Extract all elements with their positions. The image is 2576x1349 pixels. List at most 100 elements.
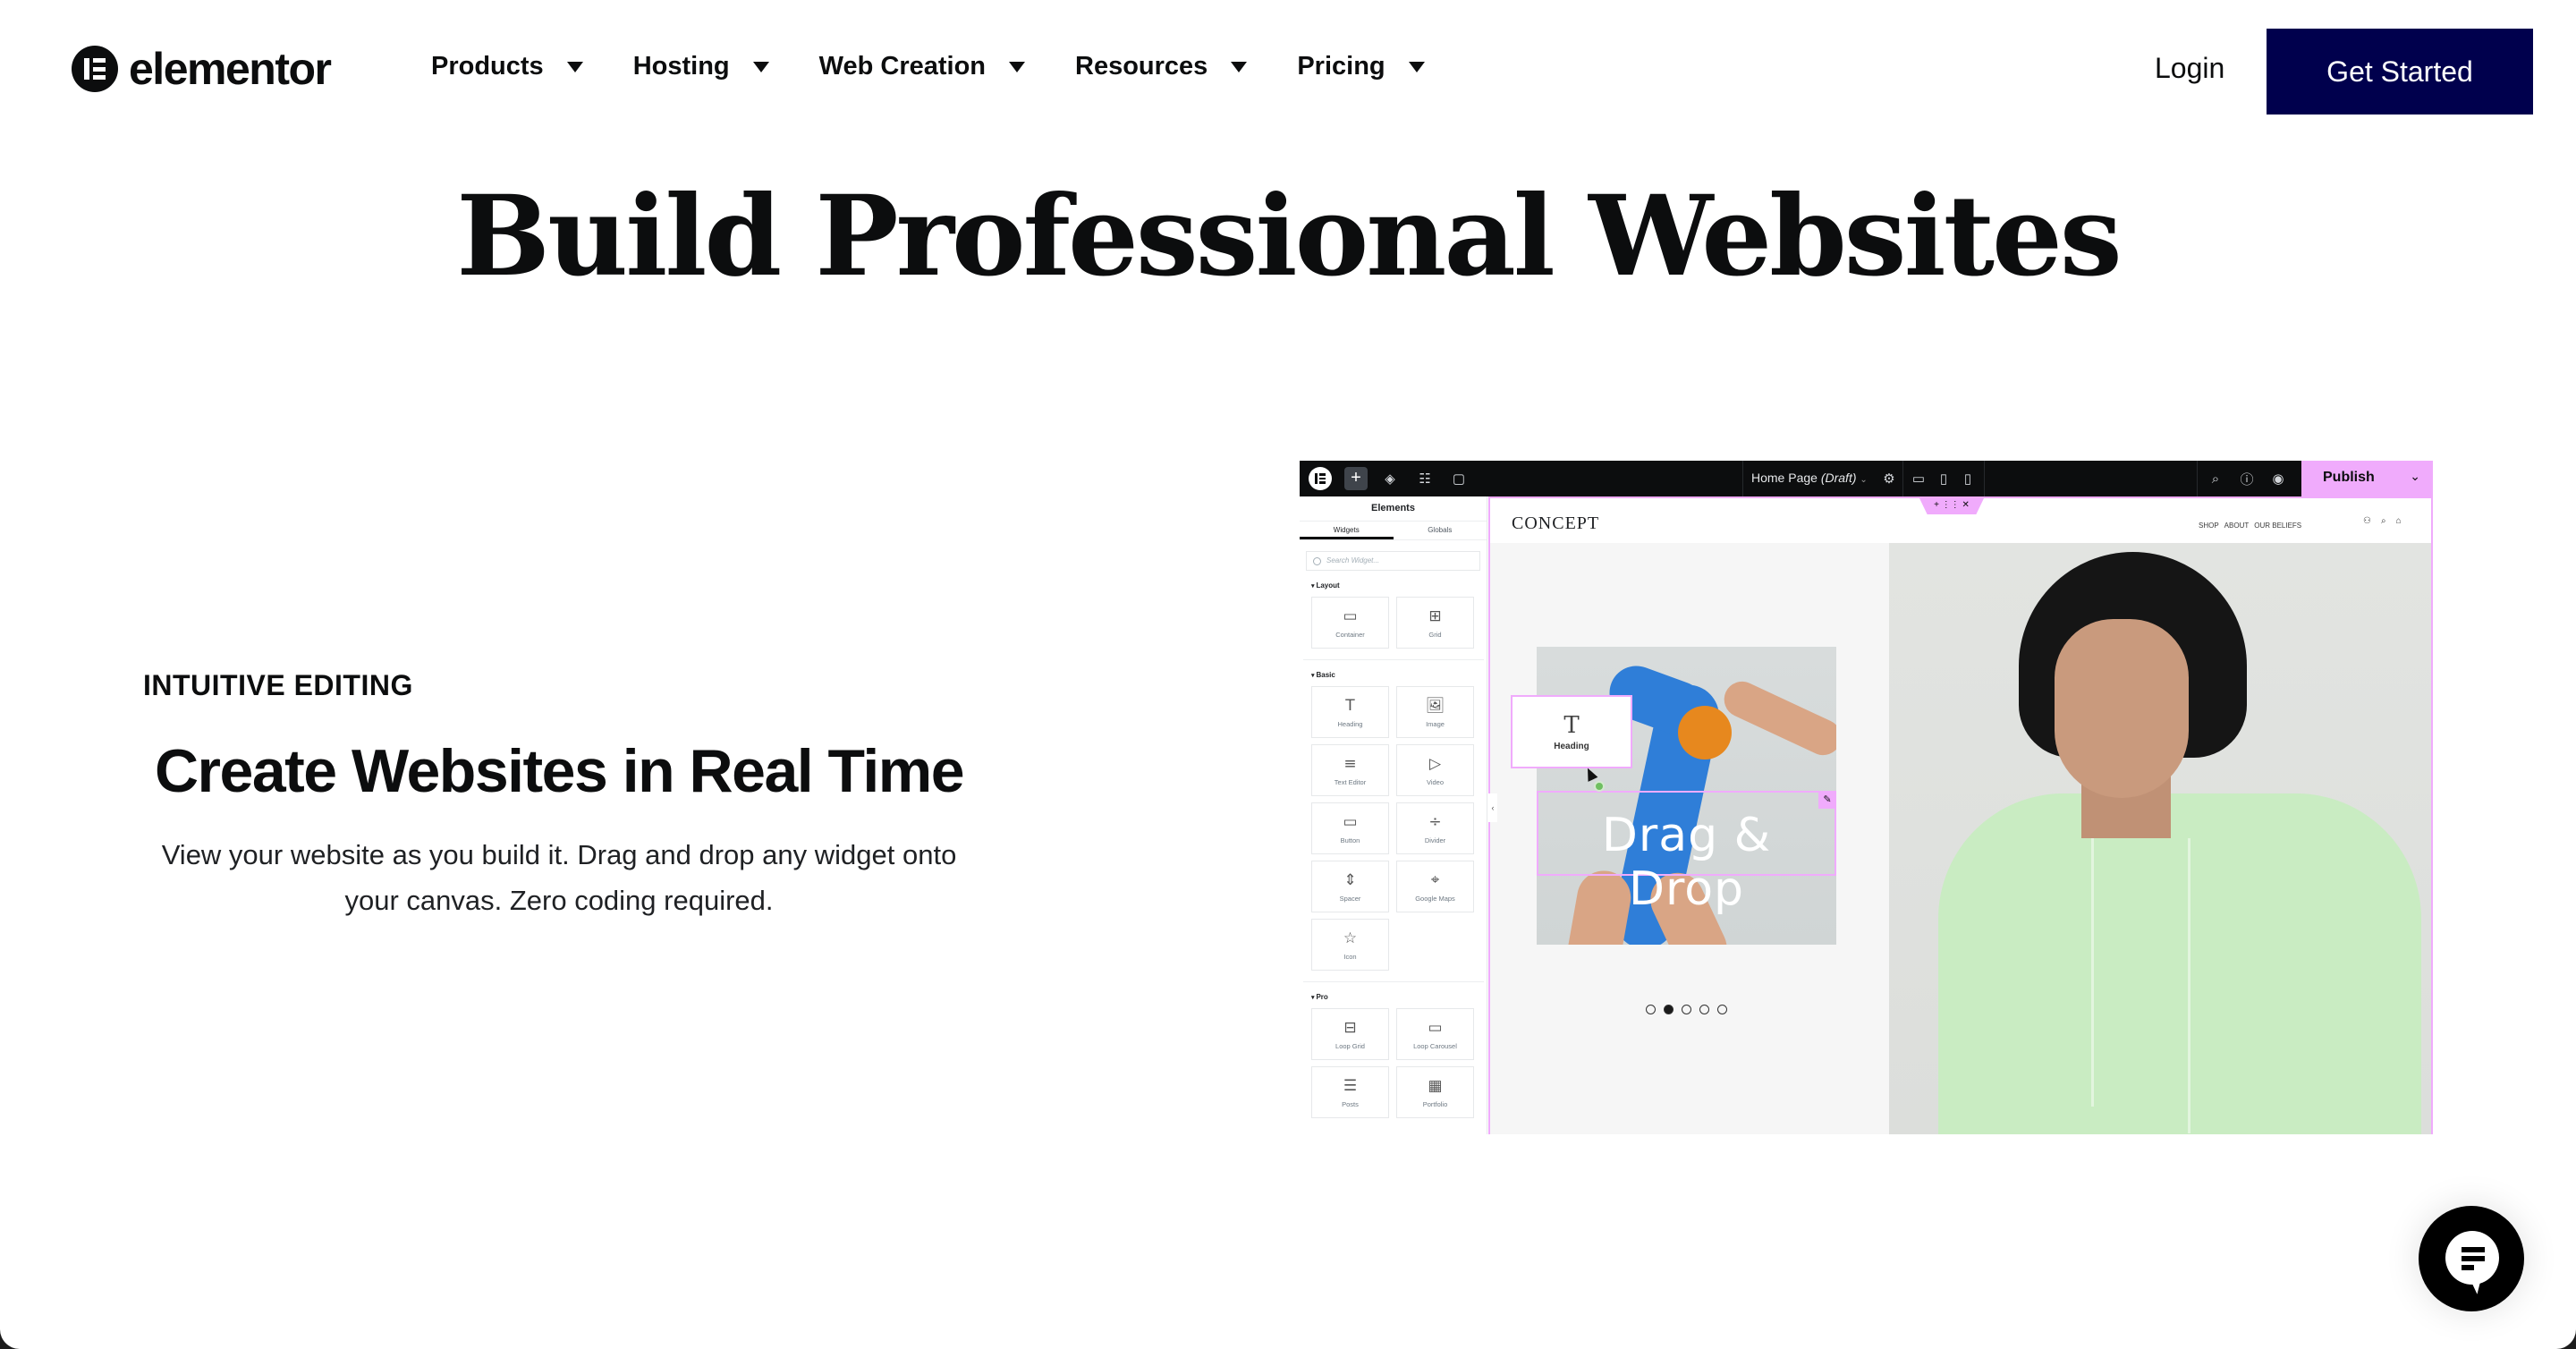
widget-tile: T Heading [1311, 686, 1389, 738]
caret-down-icon [1231, 61, 1248, 72]
carousel-dot [1699, 1005, 1709, 1014]
widget-categories: Layout ▭ Container ⊞ Grid Basic T Heading 🖼 Image… [1300, 581, 1487, 1118]
widget-tile: ⊞ Grid [1396, 597, 1474, 649]
feature-title: Create Websites in Real Time [154, 737, 965, 805]
grid-icon: ⊞ [1428, 607, 1442, 625]
editor-canvas: CONCEPT SHOP ABOUT OUR BELIEFS ⚇ ⌕ ⌂ + ⋮… [1488, 496, 2433, 1134]
spacer-icon: ⇕ [1343, 871, 1357, 889]
section-handle: + ⋮⋮ ✕ [1919, 498, 1984, 514]
tab-widgets: Widgets [1300, 522, 1394, 539]
site-link: SHOP [2199, 522, 2219, 530]
brand-name: elementor [129, 44, 332, 94]
caret-down-icon [1009, 61, 1026, 72]
site-icons: ⚇ ⌕ ⌂ [2363, 516, 2402, 526]
collapse-panel-icon: ‹ [1488, 793, 1497, 822]
widget-label: Loop Grid [1335, 1042, 1365, 1050]
pencil-icon: ✎ [1818, 791, 1836, 809]
publish-button: Publish ⌄ [2301, 461, 2433, 496]
widget-label: Grid [1428, 631, 1442, 639]
widget-tile: ▭ Button [1311, 802, 1389, 854]
widget-label: Image [1426, 720, 1445, 728]
widget-tile: ▷ Video [1396, 744, 1474, 796]
editor-top-bar: + ◈ ☷ ▢ Home Page (Draft) ⌄ ⚙ ▭ ▯ ▯ ⌕ ⓘ … [1300, 461, 2433, 496]
main-menu: Products Hosting Web Creation Resources … [431, 52, 1475, 81]
menu-item-pricing[interactable]: Pricing [1297, 52, 1425, 81]
carousel-dot [1664, 1005, 1674, 1014]
widget-tile: ▦ Portfolio [1396, 1066, 1474, 1118]
user-icon: ⚇ [2363, 516, 2371, 526]
comments-icon: ▢ [1452, 471, 1466, 487]
menu-item-web-creation[interactable]: Web Creation [818, 52, 1026, 81]
site-nav: SHOP ABOUT OUR BELIEFS [2199, 522, 2301, 530]
caret-down-icon [566, 61, 583, 72]
dragged-heading-widget: T Heading [1511, 695, 1632, 768]
widget-grid: ▭ Container ⊞ Grid [1311, 597, 1487, 649]
widget-label: Button [1340, 836, 1360, 844]
layers-icon: ◈ [1385, 471, 1395, 487]
page: elementor Products Hosting Web Creation … [0, 0, 2576, 1349]
preview-eye-icon: ◉ [2272, 471, 2284, 487]
site-link: ABOUT [2224, 522, 2250, 530]
page-status: (Draft) [1820, 471, 1857, 485]
chat-button[interactable] [2419, 1206, 2524, 1311]
divider [1742, 461, 1743, 496]
site-header: CONCEPT SHOP ABOUT OUR BELIEFS ⚇ ⌕ ⌂ + ⋮… [1490, 496, 2431, 543]
login-link[interactable]: Login [2155, 52, 2224, 85]
category-divider [1303, 659, 1484, 660]
widget-search-input: Search Widget... [1306, 551, 1480, 571]
tablet-icon: ▯ [1939, 471, 1948, 487]
bag-icon: ⌂ [2395, 516, 2402, 526]
carousel-pagination [1646, 1005, 1727, 1014]
posts-icon: ☰ [1343, 1077, 1358, 1095]
publish-label: Publish [2323, 470, 2375, 485]
widget-tile: ▭ Container [1311, 597, 1389, 649]
widget-tile: ☰ Posts [1311, 1066, 1389, 1118]
model-image [1889, 543, 2431, 1134]
menu-label: Products [431, 52, 544, 81]
widget-label: Text Editor [1334, 778, 1367, 786]
button-icon: ▭ [1343, 813, 1358, 831]
elementor-editor-logo-icon [1309, 467, 1332, 490]
get-started-button[interactable]: Get Started [2267, 29, 2533, 115]
menu-label: Hosting [632, 52, 730, 81]
elementor-logo-icon [72, 46, 118, 92]
image-detail [1938, 793, 2421, 1134]
widget-tile: ÷ Divider [1396, 802, 1474, 854]
widget-tile: ⇕ Spacer [1311, 861, 1389, 912]
divider [2197, 461, 2198, 496]
widget-label: Posts [1342, 1100, 1359, 1108]
widget-label: Container [1335, 631, 1365, 639]
feature-description: View your website as you build it. Drag … [161, 838, 957, 916]
heading-icon: T [1345, 697, 1355, 715]
widget-category-title: Layout [1311, 581, 1487, 590]
widget-label: Spacer [1339, 895, 1361, 903]
caret-down-icon [1408, 61, 1425, 72]
tab-globals: Globals [1428, 526, 1453, 534]
widget-label: Portfolio [1422, 1100, 1448, 1108]
loop-grid-icon: ⊟ [1343, 1019, 1357, 1037]
page-title: Build Professional Websites [456, 172, 2122, 301]
widget-label: Google Maps [1415, 895, 1455, 903]
chevron-down-icon: ⌄ [2410, 469, 2420, 483]
heading-icon: T [1563, 711, 1580, 739]
menu-item-hosting[interactable]: Hosting [633, 52, 769, 81]
caret-down-icon [752, 61, 769, 72]
desktop-icon: ▭ [1911, 471, 1926, 487]
widget-label: Divider [1424, 836, 1446, 844]
text-editor-icon: ≡ [1343, 755, 1357, 773]
menu-item-products[interactable]: Products [431, 52, 583, 81]
loop-carousel-icon: ▭ [1428, 1019, 1443, 1037]
image-detail [2188, 838, 2190, 1133]
editor-preview: + ◈ ☷ ▢ Home Page (Draft) ⌄ ⚙ ▭ ▯ ▯ ⌕ ⓘ … [1300, 461, 2433, 1134]
widget-tile: ☆ Icon [1311, 919, 1389, 971]
widget-tile: ▭ Loop Carousel [1396, 1008, 1474, 1060]
menu-label: Web Creation [818, 52, 987, 81]
page-name: Home Page [1751, 471, 1818, 485]
menu-label: Pricing [1297, 52, 1385, 81]
elementor-logo[interactable]: elementor [72, 44, 332, 94]
panel-tabs: Widgets Globals [1300, 521, 1487, 540]
divider [1902, 461, 1903, 496]
portfolio-icon: ▦ [1428, 1077, 1443, 1095]
site-logo: CONCEPT [1512, 513, 1600, 533]
menu-item-resources[interactable]: Resources [1075, 52, 1248, 81]
